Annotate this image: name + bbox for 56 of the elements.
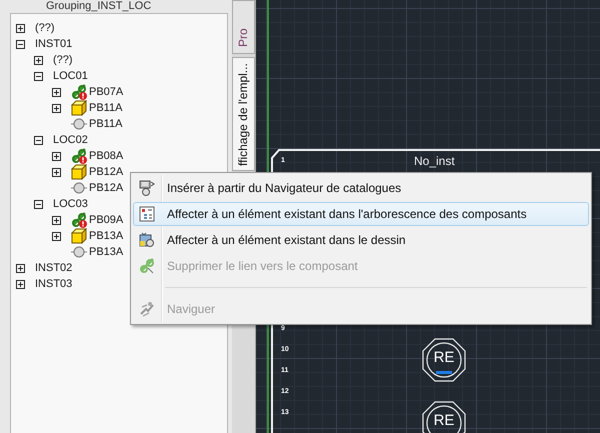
cube-icon bbox=[71, 164, 87, 180]
expand-icon[interactable] bbox=[16, 264, 25, 272]
octagon-symbol-drawing bbox=[422, 401, 466, 433]
symbol-label: RE bbox=[432, 413, 456, 429]
chain-error-icon bbox=[71, 212, 87, 228]
tree-item[interactable]: PB07A bbox=[89, 86, 124, 98]
collapse-icon[interactable] bbox=[34, 72, 43, 80]
tree-item[interactable]: LOC01 bbox=[53, 70, 88, 82]
expand-icon[interactable] bbox=[16, 24, 25, 32]
circle-icon bbox=[71, 116, 87, 132]
menu-item[interactable]: Insérer à partir du Navigateur de catalogues bbox=[133, 176, 589, 200]
list-tree-icon bbox=[139, 206, 155, 222]
collapse-icon[interactable] bbox=[34, 200, 43, 208]
chain-error-icon bbox=[71, 84, 87, 100]
cube-icon bbox=[71, 228, 87, 244]
collapse-icon[interactable] bbox=[34, 136, 43, 144]
symbol-label: RE bbox=[432, 350, 456, 366]
side-tab[interactable]: Pro bbox=[232, 0, 255, 54]
catalog-insert-icon bbox=[139, 180, 155, 196]
tree-item[interactable]: INST01 bbox=[35, 38, 72, 50]
expand-icon[interactable] bbox=[52, 232, 61, 240]
expand-icon[interactable] bbox=[52, 168, 61, 176]
tree-item[interactable]: INST02 bbox=[35, 262, 72, 274]
tree-item[interactable]: PB12A bbox=[89, 182, 124, 194]
expand-icon[interactable] bbox=[52, 104, 61, 112]
expand-icon[interactable] bbox=[52, 216, 61, 224]
menu-item[interactable]: Affecter à un élément existant dans l'arborescence des composants bbox=[133, 202, 589, 226]
collapse-icon[interactable] bbox=[16, 40, 25, 48]
side-tab[interactable]: ffichage de l'empl... bbox=[232, 57, 255, 171]
tree-item[interactable]: PB08A bbox=[89, 150, 124, 162]
circle-icon bbox=[71, 244, 87, 260]
tree-item[interactable]: PB13A bbox=[89, 246, 124, 258]
menu-item[interactable]: Affecter à un élément existant dans le dessin bbox=[133, 228, 589, 252]
broken-chain-icon bbox=[139, 258, 155, 274]
drawing-assign-icon bbox=[139, 232, 155, 248]
tree-item[interactable]: (??) bbox=[53, 54, 73, 66]
cube-icon bbox=[71, 100, 87, 116]
tree-item[interactable]: PB09A bbox=[89, 214, 124, 226]
octagon-symbol-drawing bbox=[422, 338, 466, 382]
frame-title: No_inst bbox=[414, 154, 455, 168]
tree-item[interactable]: INST03 bbox=[35, 278, 72, 290]
tree-item[interactable]: PB11A bbox=[89, 102, 122, 114]
chain-error-icon bbox=[71, 148, 87, 164]
expand-icon[interactable] bbox=[16, 280, 25, 288]
tree-item[interactable]: PB13A bbox=[89, 230, 124, 242]
navigate-icon bbox=[139, 301, 155, 317]
expand-icon[interactable] bbox=[34, 56, 43, 64]
expand-icon[interactable] bbox=[52, 152, 61, 160]
tree-item[interactable]: LOC02 bbox=[53, 134, 88, 146]
panel-title: Grouping_INST_LOC bbox=[46, 0, 152, 12]
expand-icon[interactable] bbox=[52, 88, 61, 96]
tree-item[interactable]: PB11A bbox=[89, 118, 122, 130]
circle-icon bbox=[71, 180, 87, 196]
tree-item[interactable]: LOC03 bbox=[53, 198, 88, 210]
tree-item[interactable]: (??) bbox=[35, 22, 55, 34]
tree-item[interactable]: PB12A bbox=[89, 166, 124, 178]
